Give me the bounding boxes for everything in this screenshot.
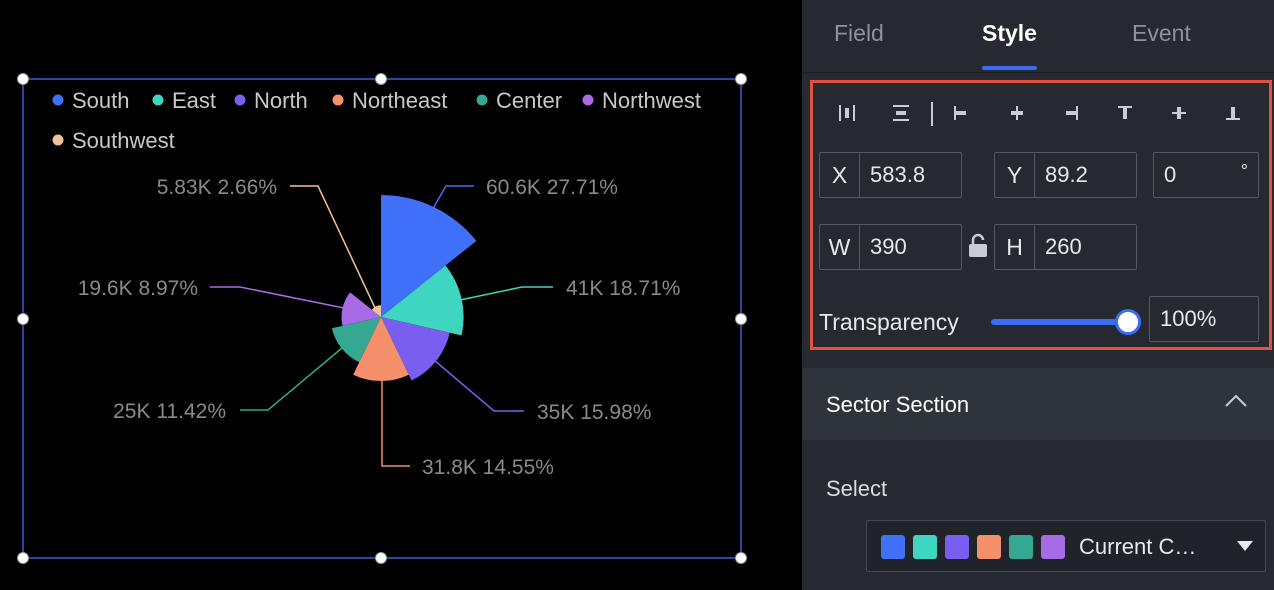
resize-handle[interactable] [735,313,747,325]
position-size-section: X Y ° W H Transparency [810,80,1272,350]
h-label: H [995,225,1035,269]
align-left-icon[interactable] [945,95,977,131]
transparency-slider-thumb[interactable] [1115,309,1141,335]
rose-chart[interactable]: South East North Northeast Center Northwest So… [0,0,802,590]
color-scheme-value: Current C… [1079,534,1197,559]
data-label: 31.8K 14.55% [422,456,554,479]
align-top-icon[interactable] [1109,95,1141,131]
legend-label[interactable]: North [254,88,308,113]
sector-section-title: Sector Section [826,392,970,417]
tabs-divider [802,72,1274,73]
select-label: Select [826,476,888,501]
legend-marker [476,94,488,106]
rotation-field: ° [1153,152,1259,198]
color-swatch [945,535,969,559]
resize-handle[interactable] [17,313,29,325]
panel-tabs: Field Style Event [802,0,1274,72]
color-swatch [1041,535,1065,559]
legend-label[interactable]: Southwest [72,128,175,153]
legend-marker [52,94,64,106]
tab-event[interactable]: Event [1132,20,1191,47]
data-label: 60.6K 27.71% [486,176,618,199]
leader-line [381,380,410,467]
legend-label[interactable]: Center [496,88,562,113]
height-input[interactable] [1035,225,1135,269]
color-scheme-select[interactable]: Current C… [866,520,1266,572]
active-tab-indicator [982,66,1037,70]
resize-handle[interactable] [17,552,29,564]
leader-line [459,286,553,301]
dropdown-caret-icon [1237,541,1253,551]
data-label: 5.83K 2.66% [157,176,277,199]
tab-field[interactable]: Field [834,20,884,47]
align-right-icon[interactable] [1055,95,1087,131]
legend-marker [152,94,164,106]
color-swatch [1009,535,1033,559]
w-label: W [820,225,860,269]
legend-label[interactable]: East [172,88,216,113]
legend-marker [52,134,64,146]
leader-line [290,185,377,311]
color-swatch [913,535,937,559]
style-panel: Field Style Event X 583.8 Y 89.2 0 ° W 3… [802,0,1274,590]
align-middle-vertical-icon[interactable] [1163,95,1195,131]
rotation-input[interactable] [1154,153,1234,197]
align-bottom-icon[interactable] [1217,95,1249,131]
transparency-field [1149,296,1259,342]
resize-handle[interactable] [375,552,387,564]
x-input[interactable] [860,153,960,197]
x-label: X [820,153,860,197]
leader-line [240,347,343,411]
color-swatch [977,535,1001,559]
data-label: 25K 11.42% [113,400,226,423]
distribute-horizontal-icon[interactable] [831,95,863,131]
resize-handle[interactable] [735,552,747,564]
sector-section-header[interactable]: Sector Section [802,368,1274,440]
transparency-label: Transparency [819,309,959,335]
width-field: W [819,224,962,270]
color-swatch [881,535,905,559]
data-label: 35K 15.98% [537,401,651,424]
y-input[interactable] [1035,153,1135,197]
legend-label[interactable]: South [72,88,130,113]
y-label: Y [995,153,1035,197]
data-label: 19.6K 8.97% [78,277,198,300]
legend-marker [234,94,246,106]
data-label: 41K 18.71% [566,277,680,300]
transparency-slider-track[interactable] [991,319,1131,325]
canvas-area[interactable]: South East North Northeast Center Northwest So… [0,0,802,590]
resize-handle[interactable] [17,73,29,85]
degree-unit: ° [1240,161,1248,181]
leader-line [430,185,474,213]
chevron-up-icon[interactable] [1224,394,1248,408]
width-input[interactable] [860,225,960,269]
aspect-lock-icon[interactable] [967,233,989,259]
legend-marker [582,94,594,106]
alignment-separator [931,102,933,126]
leader-line [433,359,524,412]
resize-handle[interactable] [375,73,387,85]
tab-style[interactable]: Style [982,20,1037,47]
transparency-input[interactable] [1150,297,1250,341]
alignment-toolbar [813,95,1269,131]
legend-label[interactable]: Northwest [602,88,701,113]
leader-line [210,286,345,309]
distribute-vertical-icon[interactable] [885,95,917,131]
legend-label[interactable]: Northeast [352,88,447,113]
y-field: Y [994,152,1137,198]
x-field: X [819,152,962,198]
align-center-horizontal-icon[interactable] [1001,95,1033,131]
legend-marker [332,94,344,106]
height-field: H [994,224,1137,270]
resize-handle[interactable] [735,73,747,85]
